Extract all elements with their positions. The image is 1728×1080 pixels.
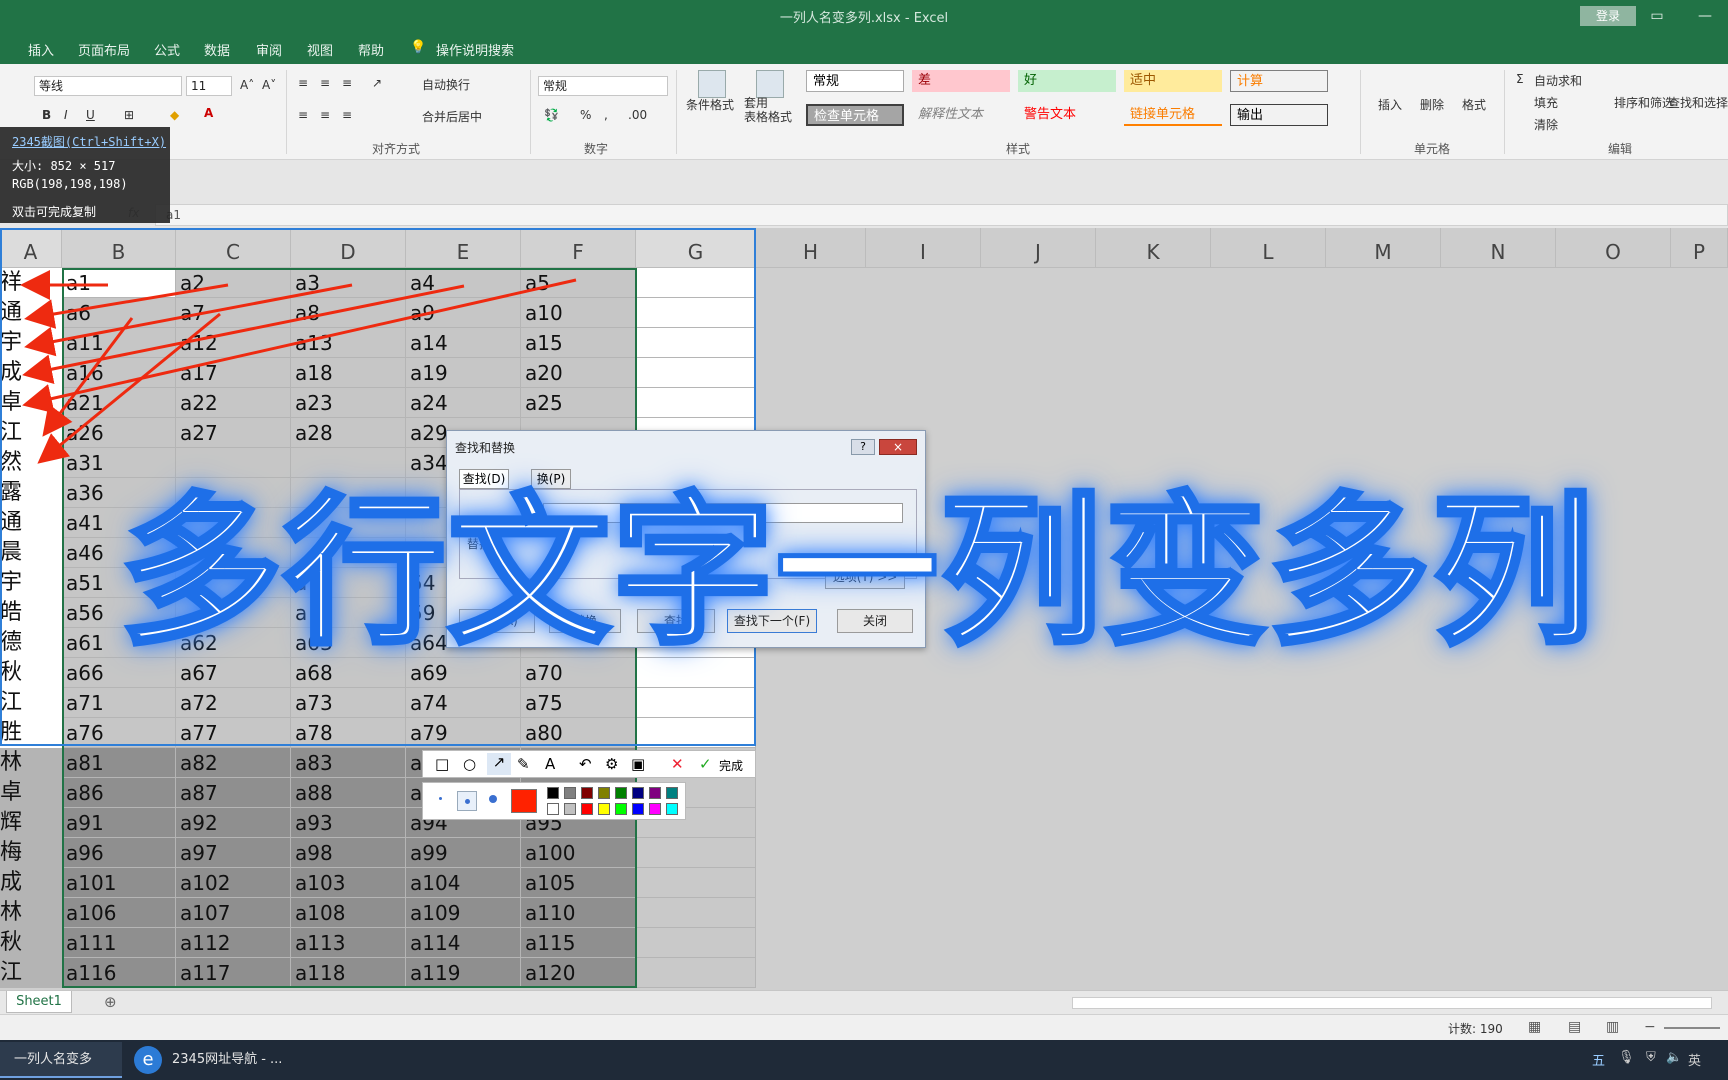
check-icon[interactable]: ✓ xyxy=(699,755,712,773)
mic-icon[interactable]: 🎙 xyxy=(1618,1050,1635,1065)
swatch-12[interactable] xyxy=(598,803,610,815)
shield-icon[interactable]: ⛨ xyxy=(1646,1050,1656,1065)
swatch-2[interactable] xyxy=(564,787,576,799)
arrow-7 xyxy=(37,312,221,464)
sheet-tab-sheet1[interactable]: Sheet1 xyxy=(6,991,72,1013)
swatch-6[interactable] xyxy=(632,787,644,799)
swatch-1[interactable] xyxy=(547,787,559,799)
size-large-icon[interactable] xyxy=(489,795,497,803)
mosaic-icon[interactable]: ⚙ xyxy=(605,755,618,773)
page-break-icon[interactable]: ▥ xyxy=(1606,1019,1619,1035)
swatch-15[interactable] xyxy=(649,803,661,815)
swatch-16[interactable] xyxy=(666,803,678,815)
taskbar-excel[interactable]: 一列人名变多列.x... xyxy=(0,1042,122,1078)
swatch-7[interactable] xyxy=(649,787,661,799)
overlay-title: 多行文字一列变多列 xyxy=(118,477,1597,670)
cancel-icon[interactable]: ✕ xyxy=(671,755,684,773)
color-palette xyxy=(422,782,686,820)
swatch-14[interactable] xyxy=(632,803,644,815)
excel-window: 一列人名变多列.xlsx - Excel 登录 ▭ — 插入 页面布局 公式 数… xyxy=(0,0,1728,1080)
swatch-8[interactable] xyxy=(666,787,678,799)
size-small-icon[interactable] xyxy=(439,797,442,800)
swatch-9[interactable] xyxy=(547,803,559,815)
save-icon[interactable]: ▣ xyxy=(631,755,645,773)
rectangle-icon[interactable]: □ xyxy=(435,755,449,773)
add-sheet-icon[interactable]: ⊕ xyxy=(104,993,117,1011)
arrow-4 xyxy=(22,284,465,384)
pen-icon[interactable]: ✎ xyxy=(517,755,530,773)
swatch-13[interactable] xyxy=(615,803,627,815)
swatch-10[interactable] xyxy=(564,803,576,815)
done-button[interactable]: 完成 xyxy=(719,757,743,774)
undo-icon[interactable]: ↶ xyxy=(579,755,592,773)
horizontal-scrollbar[interactable] xyxy=(1072,997,1712,1009)
ime-indicator[interactable]: 五 xyxy=(1592,1050,1605,1069)
taskbar: 一列人名变多列.x... e 2345网址导航 - ... 五 🎙 ⛨ 🔈 英 xyxy=(0,1040,1728,1080)
snip-toolbar: □ ○ ↗ ✎ A ↶ ⚙ ▣ ✕ ✓ 完成 xyxy=(422,750,756,778)
swatch-5[interactable] xyxy=(615,787,627,799)
taskbar-browser[interactable]: 2345网址导航 - ... xyxy=(158,1042,284,1078)
normal-view-icon[interactable]: ▦ xyxy=(1528,1019,1541,1035)
sheet-tabs-bar: Sheet1 ⊕ xyxy=(0,990,1728,1014)
count-status: 计数: 190 xyxy=(1448,1022,1503,1036)
zoom-out-icon[interactable]: − xyxy=(1644,1019,1656,1035)
volume-icon[interactable]: 🔈 xyxy=(1666,1050,1682,1065)
swatch-11[interactable] xyxy=(581,803,593,815)
arrow-tool-icon[interactable]: ↗ xyxy=(487,753,511,775)
ellipse-icon[interactable]: ○ xyxy=(463,755,476,773)
swatch-3[interactable] xyxy=(581,787,593,799)
text-tool-icon[interactable]: A xyxy=(545,755,555,773)
lang-indicator[interactable]: 英 xyxy=(1688,1050,1701,1069)
swatch-4[interactable] xyxy=(598,787,610,799)
arrow-5 xyxy=(22,278,577,414)
status-bar: 计数: 190 ▦ ▤ ▥ − xyxy=(0,1014,1728,1040)
page-layout-icon[interactable]: ▤ xyxy=(1568,1019,1581,1035)
current-color-swatch[interactable] xyxy=(511,789,537,813)
size-medium-dot xyxy=(465,799,470,804)
zoom-slider[interactable] xyxy=(1664,1027,1720,1029)
